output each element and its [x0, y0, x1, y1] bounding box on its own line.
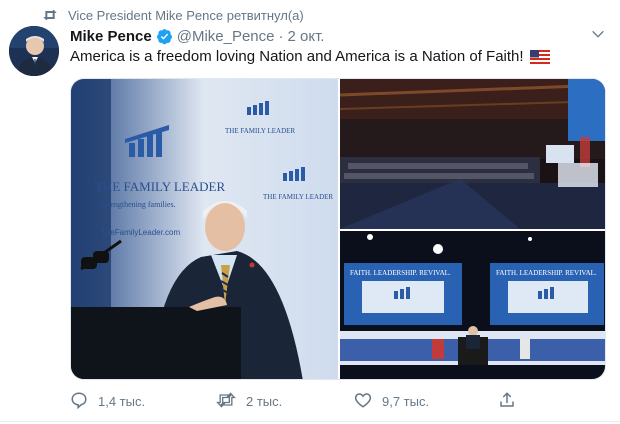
banner-url-text: TheFamilyLeader.com	[101, 228, 180, 237]
banner-brand-text-small-2: THE FAMILY LEADER	[263, 193, 333, 201]
media-photo-hall[interactable]	[340, 79, 605, 229]
media-photo-speaker[interactable]: THE FAMILY LEADER Strengthening families…	[71, 79, 338, 379]
tweet-body: America is a freedom loving Nation and A…	[70, 48, 524, 65]
share-button[interactable]	[498, 391, 516, 412]
like-button[interactable]: 9,7 тыс.	[354, 391, 429, 412]
heart-icon	[354, 391, 372, 412]
us-flag-emoji	[529, 50, 550, 64]
retweet-context[interactable]: Vice President Mike Pence ретвитнул(а)	[42, 6, 304, 24]
retweet-button[interactable]: 2 тыс.	[216, 391, 282, 412]
author-name[interactable]: Mike Pence	[70, 28, 152, 45]
tweet-header: Mike Pence @Mike_Pence · 2 окт.	[70, 27, 324, 45]
tweet-actions: 1,4 тыс. 2 тыс. 9,7 тыс.	[70, 388, 610, 414]
reply-count: 1,4 тыс.	[98, 393, 146, 409]
verified-badge-icon	[156, 28, 173, 45]
tweet-date[interactable]: 2 окт.	[288, 28, 325, 45]
media-photo-stage[interactable]: FAITH. LEADERSHIP. REVIVAL. FAITH. LEADE…	[340, 231, 605, 379]
tweet-divider	[0, 421, 620, 422]
stage-screen-text-right: FAITH. LEADERSHIP. REVIVAL.	[496, 269, 597, 277]
share-icon	[498, 391, 516, 412]
avatar[interactable]	[9, 26, 59, 76]
like-count: 9,7 тыс.	[382, 393, 430, 409]
chevron-down-icon[interactable]	[590, 26, 606, 47]
retweet-icon	[42, 8, 64, 22]
author-handle[interactable]: @Mike_Pence	[177, 28, 275, 45]
reply-button[interactable]: 1,4 тыс.	[70, 391, 145, 412]
banner-tagline-text: Strengthening families.	[101, 200, 176, 209]
retweet-action-icon	[216, 391, 236, 412]
tweet-media-grid[interactable]: THE FAMILY LEADER Strengthening families…	[70, 78, 606, 380]
reply-icon	[70, 391, 88, 412]
tweet-text: America is a freedom loving Nation and A…	[70, 47, 610, 67]
banner-brand-text-small: THE FAMILY LEADER	[225, 127, 295, 135]
retweet-count: 2 тыс.	[246, 393, 283, 409]
separator-dot: ·	[278, 27, 284, 45]
stage-screen-text-left: FAITH. LEADERSHIP. REVIVAL.	[350, 269, 451, 277]
retweet-context-text: Vice President Mike Pence ретвитнул(а)	[68, 7, 304, 23]
banner-brand-text: THE FAMILY LEADER	[95, 179, 225, 194]
